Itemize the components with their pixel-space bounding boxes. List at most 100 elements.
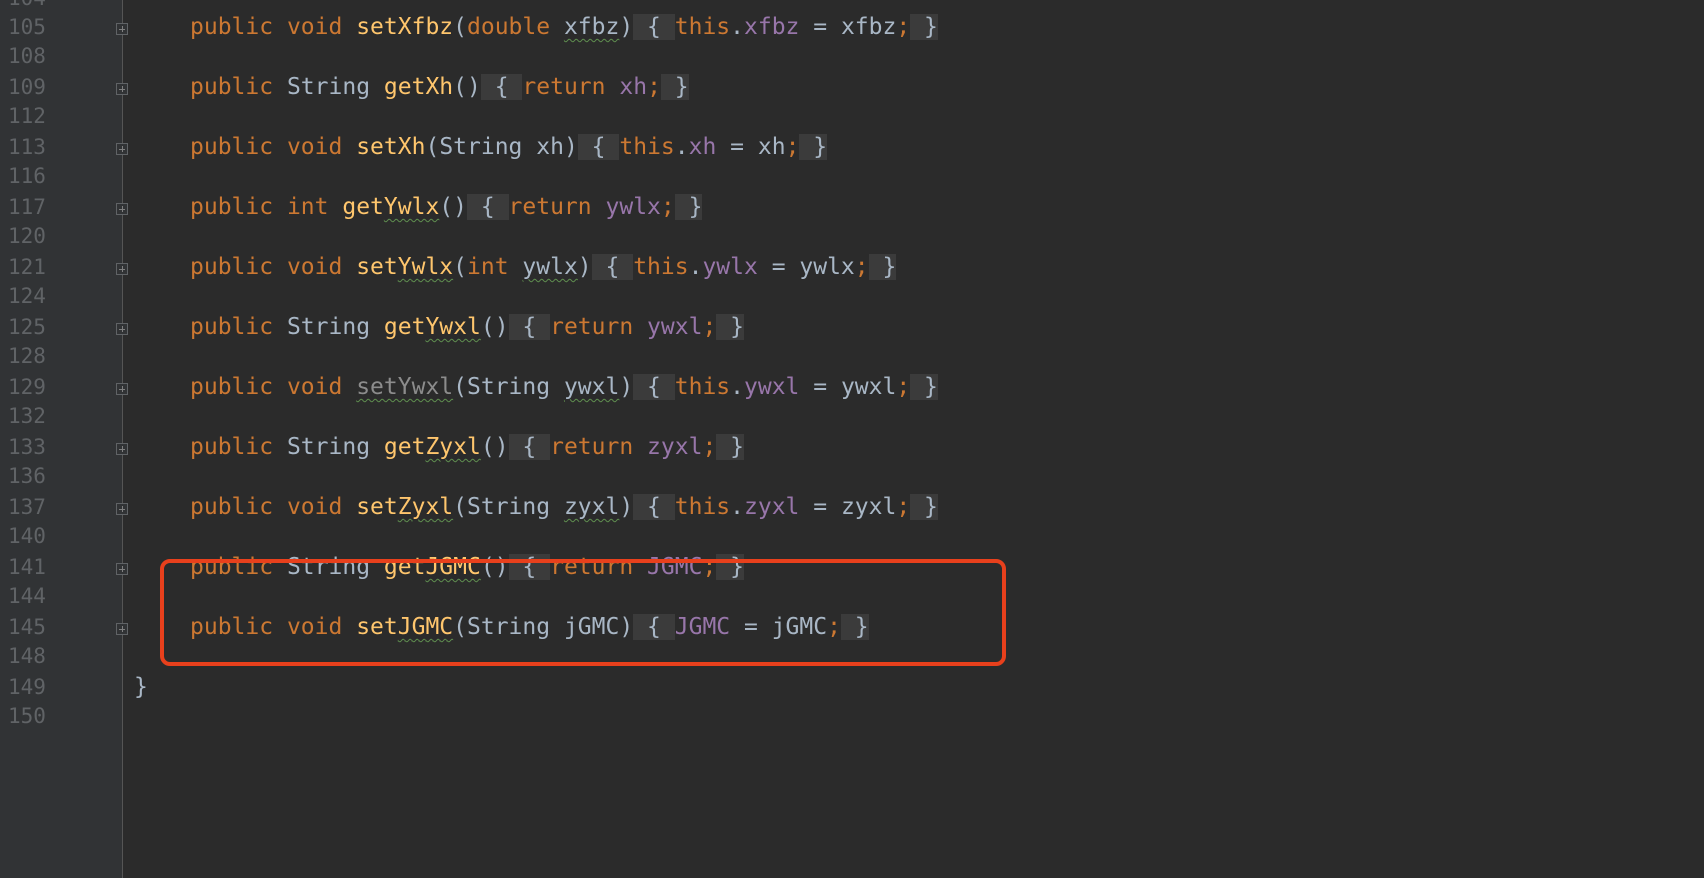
line-number: 112 bbox=[8, 104, 46, 128]
keyword: int bbox=[467, 254, 509, 280]
keyword: public bbox=[190, 74, 274, 100]
method-name: Ywxl bbox=[425, 314, 481, 340]
line-number: 140 bbox=[8, 524, 46, 548]
method-name: get bbox=[342, 194, 384, 220]
paren: () bbox=[439, 194, 467, 220]
dot: . bbox=[674, 134, 689, 160]
method-name: Ywlx bbox=[383, 194, 440, 220]
highlight-annotation-box bbox=[160, 559, 1006, 666]
paren: ) bbox=[619, 374, 634, 400]
code-line-setZyxl[interactable]: public void setZyxl(String zyxl) { this.… bbox=[190, 492, 938, 522]
paren: () bbox=[453, 74, 481, 100]
line-number: 132 bbox=[8, 404, 46, 428]
method-name: Zyxl bbox=[425, 434, 481, 460]
folded-brace: { bbox=[577, 134, 620, 160]
field-ref: zyxl bbox=[744, 494, 800, 520]
keyword: public bbox=[190, 434, 274, 460]
parameter: ywlx bbox=[522, 254, 578, 280]
keyword: void bbox=[286, 254, 343, 280]
line-number: 148 bbox=[8, 644, 46, 668]
line-number: 125 bbox=[8, 315, 46, 339]
code-line-getZyxl[interactable]: public String getZyxl() { return zyxl; } bbox=[190, 432, 744, 462]
semicolon: ; bbox=[702, 314, 717, 340]
folded-brace: { bbox=[633, 374, 675, 400]
fold-expand-icon[interactable] bbox=[116, 323, 128, 335]
line-number: 109 bbox=[8, 75, 46, 99]
keyword: public bbox=[190, 134, 274, 160]
folded-brace: } bbox=[660, 74, 689, 100]
keyword: public bbox=[190, 14, 274, 40]
field-ref: ywlx bbox=[702, 254, 758, 280]
semicolon: ; bbox=[785, 134, 800, 160]
fold-expand-icon[interactable] bbox=[116, 143, 128, 155]
keyword: return bbox=[550, 314, 634, 340]
line-number: 124 bbox=[8, 284, 46, 308]
field-ref: xh bbox=[619, 74, 648, 100]
fold-expand-icon[interactable] bbox=[116, 443, 128, 455]
line-number: 116 bbox=[8, 164, 46, 188]
method-name: setXfbz bbox=[356, 14, 454, 40]
fold-expand-icon[interactable] bbox=[116, 383, 128, 395]
dot: . bbox=[730, 14, 744, 40]
dot: . bbox=[730, 494, 744, 520]
line-number: 150 bbox=[8, 704, 46, 728]
fold-expand-icon[interactable] bbox=[116, 623, 128, 635]
code-line-class-close[interactable]: } bbox=[134, 672, 148, 702]
paren: ( bbox=[453, 374, 467, 400]
folded-brace: { bbox=[467, 194, 509, 220]
semicolon: ; bbox=[854, 254, 869, 280]
line-number: 128 bbox=[8, 344, 46, 368]
method-name: Ywlx bbox=[397, 254, 454, 280]
folded-brace: } bbox=[868, 254, 897, 280]
parameter: xh bbox=[536, 134, 564, 160]
fold-expand-icon[interactable] bbox=[116, 203, 128, 215]
code-editor[interactable]: 104 105 108 109 112 113 116 117 120 121 … bbox=[0, 0, 1704, 878]
fold-expand-icon[interactable] bbox=[116, 263, 128, 275]
keyword: this bbox=[674, 14, 731, 40]
paren: ( bbox=[425, 134, 440, 160]
semicolon: ; bbox=[660, 194, 675, 220]
field-ref: ywxl bbox=[647, 314, 703, 340]
keyword: double bbox=[467, 14, 551, 40]
fold-expand-icon[interactable] bbox=[116, 503, 128, 515]
paren: () bbox=[480, 434, 509, 460]
code-line-setYwxl[interactable]: public void setYwxl(String ywxl) { this.… bbox=[190, 372, 938, 402]
dot: . bbox=[730, 374, 744, 400]
semicolon: ; bbox=[702, 434, 717, 460]
keyword: int bbox=[286, 194, 329, 220]
value: xfbz bbox=[840, 14, 897, 40]
keyword: return bbox=[508, 194, 592, 220]
keyword: public bbox=[190, 494, 274, 520]
code-line-setXh[interactable]: public void setXh(String xh) { this.xh =… bbox=[190, 132, 828, 162]
method-name: get bbox=[383, 434, 426, 460]
keyword: this bbox=[619, 134, 675, 160]
code-line-setYwlx[interactable]: public void setYwlx(int ywlx) { this.ywl… bbox=[190, 252, 897, 282]
folded-brace: } bbox=[799, 134, 828, 160]
code-line-getYwxl[interactable]: public String getYwxl() { return ywxl; } bbox=[190, 312, 744, 342]
field-ref: zyxl bbox=[647, 434, 703, 460]
type: String bbox=[467, 374, 551, 400]
method-name: setXh bbox=[356, 134, 426, 160]
folded-brace: { bbox=[633, 14, 675, 40]
code-line-getXh[interactable]: public String getXh() { return xh; } bbox=[190, 72, 689, 102]
dot: . bbox=[688, 254, 703, 280]
method-name: setYwxl bbox=[356, 374, 454, 400]
keyword: public bbox=[190, 374, 274, 400]
keyword: public bbox=[190, 194, 274, 220]
folded-brace: } bbox=[910, 374, 938, 400]
code-line-getYwlx[interactable]: public int getYwlx() { return ywlx; } bbox=[190, 192, 703, 222]
method-name: set bbox=[356, 254, 398, 280]
fold-expand-icon[interactable] bbox=[116, 83, 128, 95]
paren: ( bbox=[453, 254, 467, 280]
code-line-setXfbz[interactable]: public void setXfbz(double xfbz) { this.… bbox=[190, 12, 938, 42]
paren: ( bbox=[453, 14, 467, 40]
fold-expand-icon[interactable] bbox=[116, 563, 128, 575]
fold-expand-icon[interactable] bbox=[116, 23, 128, 35]
line-number: 141 bbox=[8, 555, 46, 579]
line-number: 145 bbox=[8, 615, 46, 639]
paren: ) bbox=[619, 14, 634, 40]
semicolon: ; bbox=[647, 74, 661, 100]
assign: = bbox=[716, 134, 758, 160]
value: zyxl bbox=[840, 494, 897, 520]
field-ref: xfbz bbox=[744, 14, 800, 40]
